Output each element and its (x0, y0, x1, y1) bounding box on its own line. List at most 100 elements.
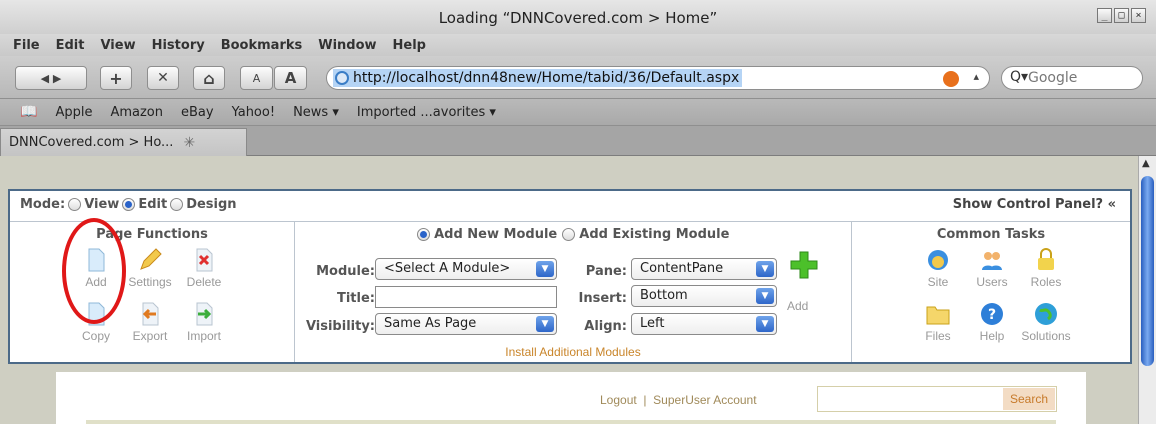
module-mode-row: Add New Module Add Existing Module (295, 227, 851, 242)
menu-file[interactable]: File (13, 38, 40, 53)
insert-select[interactable]: Bottom ▼ (631, 285, 777, 307)
delete-label: Delete (186, 275, 222, 289)
page-functions-title: Page Functions (96, 227, 208, 242)
bookmark-news[interactable]: News ▾ (293, 105, 339, 120)
module-select-value: <Select A Module> (384, 261, 511, 276)
tab-dnncovered[interactable]: DNNCovered.com > Ho... ✳ (0, 128, 247, 156)
chevron-down-icon: ▼ (536, 261, 554, 277)
stop-button[interactable]: ✕ (147, 66, 179, 90)
roles-button[interactable]: Roles (1016, 248, 1076, 289)
mode-label: Mode: (20, 197, 66, 212)
common-tasks-title: Common Tasks (936, 227, 1046, 242)
pane-label: Pane: (585, 264, 627, 279)
add-existing-module-radio[interactable] (561, 228, 575, 241)
menu-help[interactable]: Help (393, 38, 426, 53)
users-button[interactable]: Users (962, 248, 1022, 289)
insert-select-value: Bottom (640, 288, 688, 303)
folder-icon (926, 306, 950, 325)
chevron-icon[interactable]: ▴ (973, 70, 979, 83)
mode-view-label[interactable]: View (84, 197, 119, 212)
solutions-label: Solutions (1021, 329, 1071, 343)
add-module-plus-icon[interactable] (789, 250, 819, 280)
align-select[interactable]: Left ▼ (631, 313, 777, 335)
search-icon[interactable]: Q▾ (1010, 69, 1028, 85)
menu-history[interactable]: History (152, 38, 205, 53)
close-button[interactable]: × (1131, 8, 1146, 23)
chevron-down-icon: ▼ (536, 316, 554, 332)
mode-design-label[interactable]: Design (186, 197, 236, 212)
menu-view[interactable]: View (100, 38, 135, 53)
show-control-panel-toggle[interactable]: Show Control Panel? « (953, 197, 1116, 212)
bookmark-ebay[interactable]: eBay (181, 105, 214, 120)
mode-edit-radio[interactable] (122, 198, 136, 211)
files-button[interactable]: Files (908, 302, 968, 343)
text-smaller-button[interactable]: A (240, 66, 273, 90)
divider (86, 420, 1056, 424)
bookmark-yahoo[interactable]: Yahoo! (232, 105, 275, 120)
menu-edit[interactable]: Edit (56, 38, 85, 53)
add-new-module-radio[interactable] (416, 228, 430, 241)
import-button[interactable]: Import (174, 302, 234, 343)
mode-selector: Mode: View Edit Design (20, 197, 237, 212)
maximize-button[interactable]: □ (1114, 8, 1129, 23)
settings-label: Settings (128, 275, 172, 289)
url-text[interactable]: http://localhost/dnn48new/Home/tabid/36/… (333, 69, 743, 87)
address-bar[interactable]: http://localhost/dnn48new/Home/tabid/36/… (326, 66, 990, 90)
vertical-scrollbar[interactable]: ▲ (1138, 156, 1156, 424)
visibility-select[interactable]: Same As Page ▼ (375, 313, 557, 335)
rss-icon[interactable] (943, 71, 959, 87)
site-search-button[interactable]: Search (1003, 388, 1055, 410)
help-button[interactable]: ? Help (962, 302, 1022, 343)
window-title: Loading “DNNCovered.com > Home” (438, 9, 718, 27)
bookmark-amazon[interactable]: Amazon (110, 105, 163, 120)
search-input[interactable]: Q▾ Google (1001, 66, 1143, 90)
add-new-module-label[interactable]: Add New Module (434, 227, 557, 242)
text-larger-button[interactable]: A (274, 66, 307, 90)
add-module-link[interactable]: Add (787, 299, 808, 313)
home-button[interactable]: ⌂ (193, 66, 225, 90)
bookmark-apple[interactable]: Apple (55, 105, 92, 120)
separator: | (643, 393, 647, 407)
pane-select[interactable]: ContentPane ▼ (631, 258, 777, 280)
visibility-select-value: Same As Page (384, 316, 477, 331)
chevron-down-icon: ▼ (756, 316, 774, 332)
window-titlebar: Loading “DNNCovered.com > Home” _ □ × (0, 0, 1156, 34)
import-label: Import (186, 329, 221, 343)
export-button[interactable]: Export (120, 302, 180, 343)
help-icon: ? (981, 303, 1003, 325)
bookmark-imported[interactable]: Imported ...avorites ▾ (357, 105, 496, 120)
visibility-label: Visibility: (305, 319, 375, 334)
site-search-input[interactable]: Search (817, 386, 1057, 412)
menu-bar: File Edit View History Bookmarks Window … (0, 34, 1156, 56)
site-label: Site (927, 275, 949, 289)
minimize-button[interactable]: _ (1097, 8, 1112, 23)
account-link[interactable]: SuperUser Account (653, 393, 756, 407)
mode-design-radio[interactable] (170, 198, 184, 211)
add-existing-module-label[interactable]: Add Existing Module (579, 227, 729, 242)
module-select[interactable]: <Select A Module> ▼ (375, 258, 557, 280)
help-label: Help (979, 329, 1005, 343)
chevron-down-icon: ▼ (756, 261, 774, 277)
install-modules-link[interactable]: Install Additional Modules (295, 345, 851, 359)
settings-button[interactable]: Settings (120, 248, 180, 289)
logout-link[interactable]: Logout (600, 393, 637, 407)
scroll-up-icon[interactable]: ▲ (1142, 158, 1150, 169)
globe-icon (335, 71, 349, 85)
solutions-button[interactable]: Solutions (1016, 302, 1076, 343)
site-gear-icon (928, 250, 948, 270)
mode-view-radio[interactable] (68, 198, 82, 211)
new-tab-button[interactable]: + (100, 66, 132, 90)
scroll-thumb[interactable] (1141, 176, 1154, 366)
mode-edit-label[interactable]: Edit (138, 197, 167, 212)
delete-button[interactable]: Delete (174, 248, 234, 289)
back-forward-button[interactable]: ◀ ▶ (15, 66, 87, 90)
book-icon[interactable]: 📖 (20, 104, 37, 120)
files-label: Files (925, 329, 951, 343)
loading-spinner-icon: ✳ (183, 134, 196, 151)
site-header: Logout | SuperUser Account Search (56, 372, 1086, 424)
site-button[interactable]: Site (908, 248, 968, 289)
menu-window[interactable]: Window (318, 38, 376, 53)
title-input[interactable] (375, 286, 557, 308)
svg-text:?: ? (988, 307, 996, 323)
menu-bookmarks[interactable]: Bookmarks (221, 38, 303, 53)
